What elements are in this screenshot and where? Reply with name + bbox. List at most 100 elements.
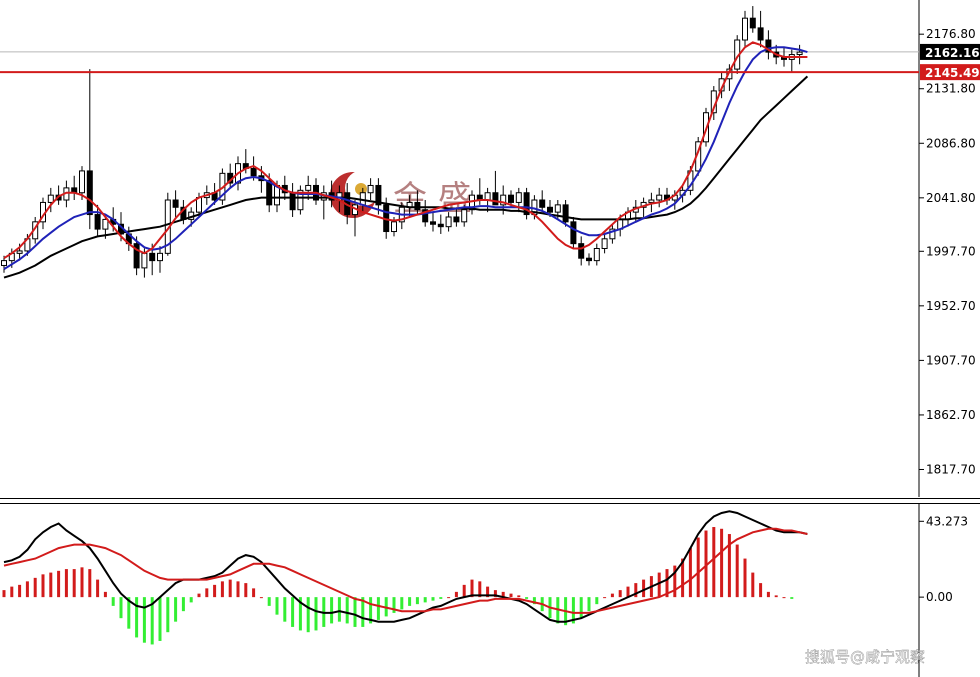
macd-histogram-bar xyxy=(10,586,14,598)
candle xyxy=(765,30,772,60)
macd-histogram-bar xyxy=(751,572,755,598)
macd-histogram-bar xyxy=(743,558,747,598)
macd-histogram-bar xyxy=(579,597,583,619)
macd-histogram-bar xyxy=(119,597,123,619)
macd-histogram-bar xyxy=(158,597,162,641)
macd-histogram-bar xyxy=(88,569,92,598)
line-price-label: 2145.49 xyxy=(925,66,980,80)
macd-histogram-bar xyxy=(236,581,240,598)
macd-histogram-bar xyxy=(454,591,458,598)
macd-histogram-bar xyxy=(462,584,466,598)
macd-histogram-bar xyxy=(275,597,279,615)
macd-histogram-bar xyxy=(103,591,107,598)
price-tick-label: 2176.80 xyxy=(926,27,976,41)
macd-histogram-bar xyxy=(408,597,412,606)
macd-histogram-bar xyxy=(415,597,419,605)
macd-histogram-bar xyxy=(306,597,310,633)
candle xyxy=(796,44,803,65)
price-tick-label: 1997.70 xyxy=(926,244,976,258)
candle xyxy=(492,170,499,206)
macd-histogram-bar xyxy=(244,583,248,598)
price-tick-label: 1817.70 xyxy=(926,462,976,476)
macd-histogram-bar xyxy=(314,597,318,631)
macd-histogram-bar xyxy=(189,597,193,603)
macd-histogram-bar xyxy=(431,597,435,601)
ma-blue-line xyxy=(3,46,808,270)
candle xyxy=(757,10,764,48)
candle xyxy=(227,163,234,188)
macd-histogram-bar xyxy=(618,590,622,598)
candle xyxy=(157,246,163,273)
macd-histogram-bar xyxy=(642,579,646,598)
macd-histogram-bar xyxy=(72,569,76,598)
candle xyxy=(281,175,288,201)
macd-histogram-bar xyxy=(447,597,451,599)
candle xyxy=(172,190,179,217)
candle xyxy=(289,183,296,217)
candle xyxy=(742,10,748,48)
macd-histogram-bar xyxy=(80,567,84,598)
candle xyxy=(570,216,577,249)
macd-histogram-bar xyxy=(517,595,521,598)
macd-histogram-bar xyxy=(688,548,692,598)
candle xyxy=(352,200,358,237)
macd-histogram-bar xyxy=(228,579,232,598)
footer-text: 搜狐号@咸宁观察 xyxy=(805,648,925,666)
macd-histogram-bar xyxy=(33,577,37,598)
macd-histogram-bar xyxy=(57,570,61,598)
candle xyxy=(313,178,319,205)
signal-line xyxy=(3,527,808,614)
macd-histogram-bar xyxy=(18,584,22,598)
macd-histogram-bar xyxy=(774,595,778,598)
current-price-label: 2162.16 xyxy=(925,46,980,60)
macd-histogram-bar xyxy=(525,597,529,599)
macd-histogram-bar xyxy=(782,597,786,599)
chart-canvas: 金 盛 2176.802131.802086.802041.801997.701… xyxy=(0,0,980,677)
candle xyxy=(656,187,663,208)
macd-histogram-bar xyxy=(142,597,146,643)
macd-histogram-bar xyxy=(267,597,271,606)
macd-histogram-bar xyxy=(423,597,427,603)
candle xyxy=(1,255,7,273)
macd-histogram-bar xyxy=(259,597,263,599)
price-tick-label: 1907.70 xyxy=(926,353,976,367)
price-tick-label: 2041.80 xyxy=(926,191,976,205)
macd-histogram-bar xyxy=(712,527,716,598)
candle xyxy=(578,236,585,266)
macd-histogram-bar xyxy=(509,593,513,598)
macd-histogram-bar xyxy=(766,591,770,598)
macd-histogram-bar xyxy=(345,597,349,624)
macd-histogram-bar xyxy=(337,597,341,622)
macd-histogram-bar xyxy=(205,588,209,598)
macd-histogram-bar xyxy=(330,597,334,624)
candle xyxy=(297,185,304,215)
macd-histogram-bar xyxy=(96,579,100,598)
ma-red-line xyxy=(3,41,808,260)
macd-histogram-bar xyxy=(25,581,29,598)
macd-histogram-bar xyxy=(759,583,763,598)
macd-histogram-bar xyxy=(49,572,53,598)
candle xyxy=(788,49,795,72)
macd-histogram-bar xyxy=(291,597,295,627)
macd-histogram-bar xyxy=(197,593,201,598)
candle xyxy=(593,243,600,266)
macd-histogram-bar xyxy=(400,597,404,610)
macd-histogram-bar xyxy=(790,597,794,599)
macd-histogram-bar xyxy=(220,581,224,598)
candle xyxy=(539,190,546,213)
macd-histogram-bar xyxy=(64,569,68,598)
macd-histogram-bar xyxy=(610,593,614,598)
macd-histogram-bar xyxy=(720,528,724,598)
candle xyxy=(586,253,592,266)
macd-histogram-bar xyxy=(174,597,178,622)
candle xyxy=(305,175,312,201)
macd-histogram-bar xyxy=(603,597,607,599)
macd-line xyxy=(3,510,808,623)
candle xyxy=(320,185,327,220)
macd-histogram-bar xyxy=(376,597,380,620)
macd-histogram-bar xyxy=(595,597,599,605)
candle xyxy=(601,233,608,254)
price-tick-label: 1952.70 xyxy=(926,299,976,313)
macd-histogram-bar xyxy=(696,537,700,598)
price-tick-label: 1862.70 xyxy=(926,408,976,422)
